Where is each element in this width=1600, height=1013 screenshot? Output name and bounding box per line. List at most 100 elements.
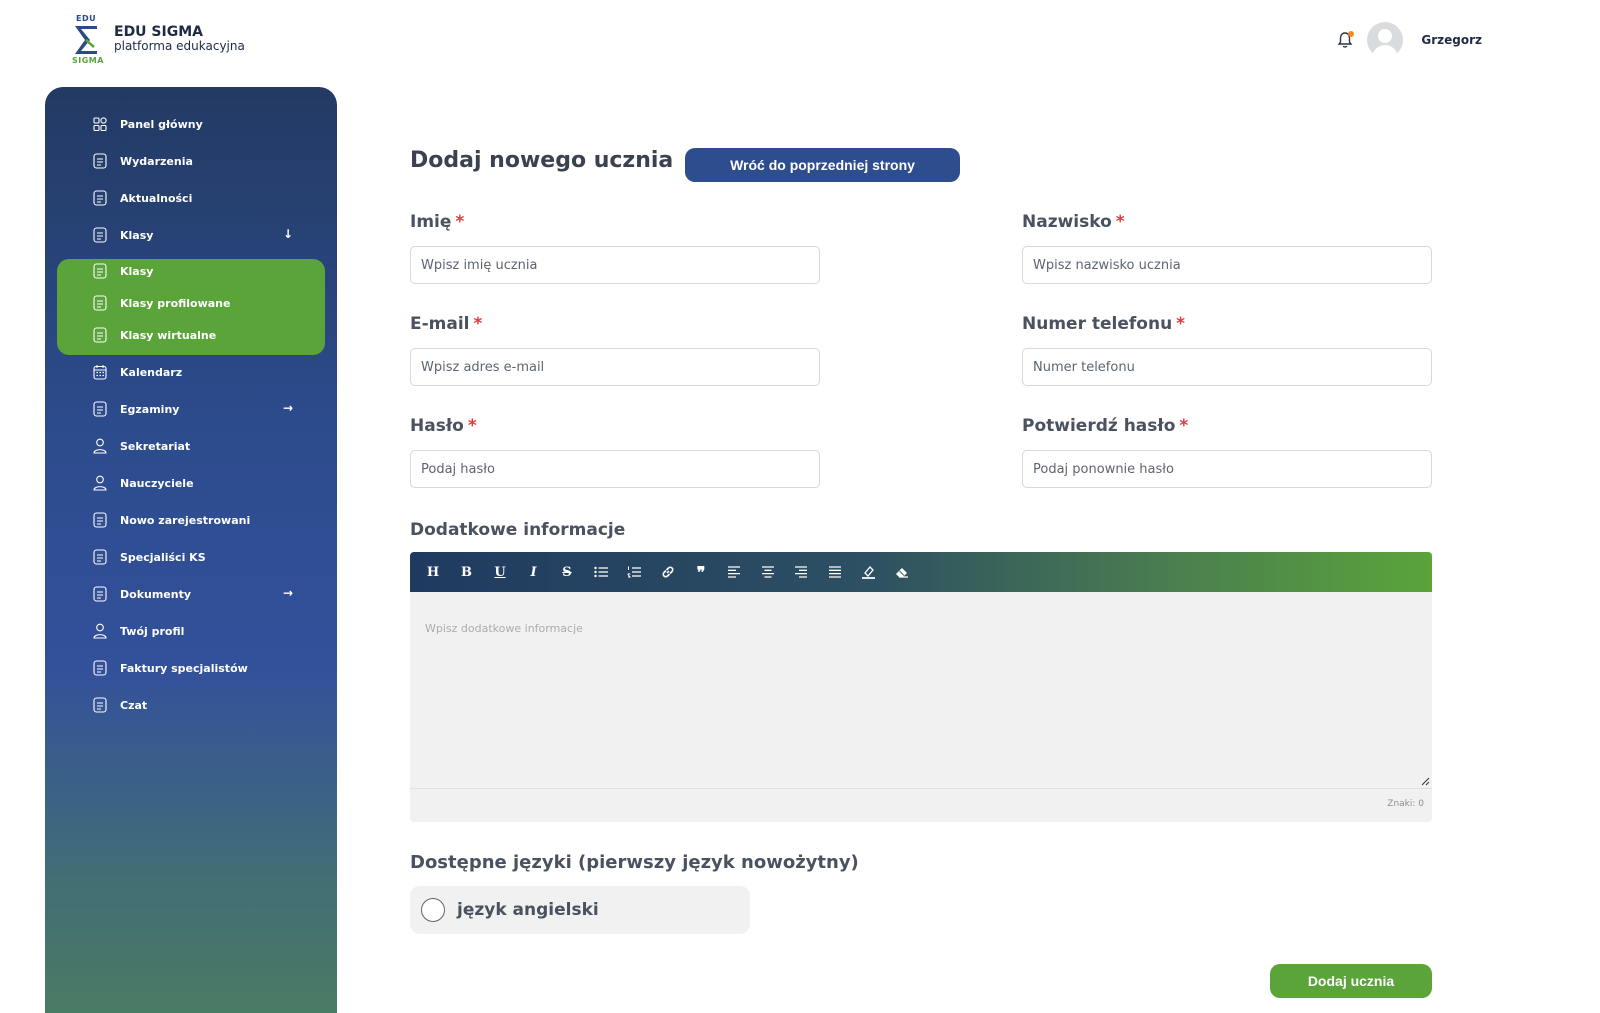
quote-icon[interactable]: ❞ (690, 561, 712, 583)
document-icon (93, 153, 107, 169)
link-icon[interactable] (657, 561, 679, 583)
brand-logo[interactable]: EDU SIGMA EDU SIGMA platforma edukacyjna (70, 14, 245, 66)
last-name-input[interactable] (1022, 246, 1432, 284)
sidebar-item-label: Klasy wirtualne (120, 328, 217, 342)
logo-mark-bottom: SIGMA (72, 56, 104, 65)
page-title: Dodaj nowego ucznia (410, 148, 674, 173)
numbered-list-icon[interactable] (623, 561, 645, 583)
italic-icon[interactable]: I (523, 561, 545, 583)
bold-icon[interactable]: B (456, 561, 478, 583)
arrow-right-icon[interactable]: → (283, 401, 293, 415)
sidebar-subitem-klasy[interactable]: Klasy (93, 259, 293, 283)
dashboard-icon (93, 116, 107, 132)
email-label: E-mail * (410, 314, 483, 334)
user-name[interactable]: Grzegorz (1421, 33, 1482, 47)
resize-handle-icon[interactable] (1420, 776, 1430, 786)
phone-input[interactable] (1022, 348, 1432, 386)
additional-info-textarea[interactable]: Wpisz dodatkowe informacje (410, 592, 1432, 788)
highlight-icon[interactable] (858, 561, 880, 583)
document-icon (93, 401, 107, 417)
heading-icon[interactable]: H (422, 561, 444, 583)
arrow-down-icon[interactable]: ↓ (283, 227, 293, 241)
add-student-button[interactable]: Dodaj ucznia (1270, 964, 1432, 998)
sidebar-item-label: Dokumenty (120, 587, 192, 601)
sidebar-item-label: Kalendarz (120, 365, 183, 379)
sidebar-item-label: Panel główny (120, 117, 203, 131)
sidebar-item-label: Faktury specjalistów (120, 661, 248, 675)
required-mark: * (455, 212, 465, 232)
sidebar-item-label: Czat (120, 698, 148, 712)
sidebar-item-kalendarz[interactable]: Kalendarz (93, 360, 293, 384)
sidebar-item-twoj-profil[interactable]: Twój profil (93, 619, 293, 643)
sidebar-item-label: Klasy (120, 264, 154, 278)
required-mark: * (1179, 416, 1189, 436)
brand-name: EDU SIGMA (114, 24, 203, 40)
sidebar-subitem-klasy-profilowane[interactable]: Klasy profilowane (93, 291, 293, 315)
user-area: Grzegorz (1335, 22, 1482, 58)
align-right-icon[interactable] (791, 561, 813, 583)
additional-info-label: Dodatkowe informacje (410, 520, 626, 540)
underline-icon[interactable]: U (489, 561, 511, 583)
password-confirm-input[interactable] (1022, 450, 1432, 488)
rich-text-editor: H B U I S ❞ Wpisz dodatkowe informacje Z… (410, 552, 1432, 822)
language-option-english[interactable]: język angielski (410, 886, 750, 934)
bullet-list-icon[interactable] (590, 561, 612, 583)
char-count: Znaki: 0 (1387, 799, 1424, 809)
first-name-label: Imię * (410, 212, 465, 232)
sidebar-item-wydarzenia[interactable]: Wydarzenia (93, 149, 293, 173)
avatar[interactable] (1367, 22, 1404, 58)
sidebar-item-sekretariat[interactable]: Sekretariat (93, 434, 293, 458)
required-mark: * (473, 314, 483, 334)
sidebar-item-czat[interactable]: Czat (93, 693, 293, 717)
sidebar-item-aktualnosci[interactable]: Aktualności (93, 186, 293, 210)
person-icon (93, 475, 107, 491)
editor-footer: Znaki: 0 (410, 788, 1432, 822)
sidebar-item-label: Nauczyciele (120, 476, 194, 490)
sigma-logo-icon: EDU SIGMA (70, 14, 106, 66)
document-icon (93, 327, 107, 343)
password-confirm-label: Potwierdź hasło * (1022, 416, 1189, 436)
sidebar-item-label: Sekretariat (120, 439, 191, 453)
sidebar-item-label: Klasy profilowane (120, 296, 231, 310)
sidebar-item-faktury-specjalistow[interactable]: Faktury specjalistów (93, 656, 293, 680)
person-icon (93, 623, 107, 639)
sidebar-item-dokumenty[interactable]: Dokumenty → (93, 582, 293, 606)
sidebar-item-egzaminy[interactable]: Egzaminy → (93, 397, 293, 421)
align-left-icon[interactable] (724, 561, 746, 583)
sidebar-item-panel-glowny[interactable]: Panel główny (93, 112, 293, 136)
eraser-icon[interactable] (891, 561, 913, 583)
document-icon (93, 263, 107, 279)
sidebar-item-nauczyciele[interactable]: Nauczyciele (93, 471, 293, 495)
back-button[interactable]: Wróć do poprzedniej strony (685, 148, 960, 182)
sidebar-item-label: Aktualności (120, 191, 193, 205)
document-icon (93, 586, 107, 602)
strikethrough-icon[interactable]: S (556, 561, 578, 583)
document-icon (93, 549, 107, 565)
arrow-right-icon[interactable]: → (283, 586, 293, 600)
sidebar-item-label: Klasy (120, 228, 154, 242)
password-input[interactable] (410, 450, 820, 488)
phone-label: Numer telefonu * (1022, 314, 1186, 334)
password-label: Hasło * (410, 416, 477, 436)
language-label: język angielski (457, 900, 599, 920)
sidebar-item-klasy[interactable]: Klasy ↓ (93, 223, 293, 247)
language-radio[interactable] (421, 898, 445, 922)
first-name-input[interactable] (410, 246, 820, 284)
document-icon (93, 190, 107, 206)
sidebar-subitem-klasy-wirtualne[interactable]: Klasy wirtualne (93, 323, 293, 347)
last-name-label: Nazwisko * (1022, 212, 1125, 232)
align-center-icon[interactable] (757, 561, 779, 583)
bell-icon[interactable] (1335, 30, 1355, 50)
calendar-icon (93, 364, 107, 380)
required-mark: * (1176, 314, 1186, 334)
required-mark: * (467, 416, 477, 436)
logo-mark-top: EDU (76, 14, 97, 23)
email-input[interactable] (410, 348, 820, 386)
sidebar-item-label: Twój profil (120, 624, 185, 638)
align-justify-icon[interactable] (824, 561, 846, 583)
sidebar-item-nowo-zarejestrowani[interactable]: Nowo zarejestrowani (93, 508, 293, 532)
sidebar-item-specjalisci-ks[interactable]: Specjaliści KS (93, 545, 293, 569)
brand-tagline: platforma edukacyjna (114, 39, 245, 53)
sidebar-item-label: Nowo zarejestrowani (120, 513, 251, 527)
document-icon (93, 660, 107, 676)
